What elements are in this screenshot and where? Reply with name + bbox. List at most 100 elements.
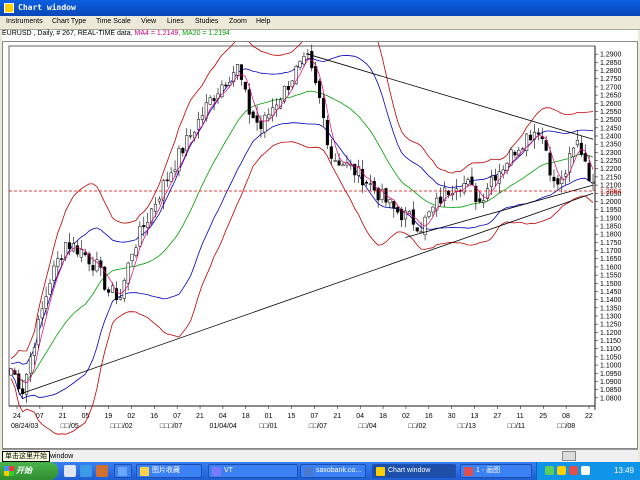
candle-body[interactable] (388, 199, 392, 204)
task-item-chart-window[interactable]: Chart window (372, 464, 456, 478)
candle-body[interactable] (52, 265, 56, 281)
candle-body[interactable] (329, 146, 333, 159)
candle-body[interactable] (208, 97, 212, 105)
candle-body[interactable] (48, 283, 52, 295)
candle-body[interactable] (571, 147, 576, 157)
candle-body[interactable] (189, 135, 193, 137)
candle-body[interactable] (583, 153, 587, 162)
candle-body[interactable] (247, 89, 251, 115)
candle-body[interactable] (337, 160, 341, 166)
candle-body[interactable] (333, 160, 337, 162)
task-item-paint[interactable]: 1 - 画图 (460, 464, 532, 478)
candle-body[interactable] (286, 85, 290, 90)
candle-body[interactable] (79, 249, 83, 258)
candle-body[interactable] (243, 81, 247, 90)
candle-body[interactable] (157, 198, 161, 202)
menu-zoom[interactable]: Zoom (229, 18, 247, 25)
candle-body[interactable] (142, 225, 146, 228)
candle-body[interactable] (548, 152, 552, 176)
candle-body[interactable] (325, 119, 329, 146)
candle-body[interactable] (126, 262, 130, 284)
candle-body[interactable] (83, 252, 87, 256)
candle-body[interactable] (107, 289, 111, 293)
candle-body[interactable] (321, 97, 326, 118)
menu-studies[interactable]: Studies (195, 18, 218, 25)
candle-body[interactable] (185, 135, 189, 152)
candle-body[interactable] (298, 61, 302, 68)
candle-body[interactable] (263, 114, 267, 133)
candle-body[interactable] (169, 172, 173, 182)
candle-body[interactable] (587, 162, 591, 181)
menu-instruments[interactable]: Instruments (6, 18, 43, 25)
ie-icon[interactable] (80, 465, 92, 477)
chart-area[interactable]: 1.2900 1.2850 1.2800 1.2750 1.2700 1.2650 1.26… (2, 41, 638, 449)
candle-body[interactable] (32, 347, 36, 356)
candle-body[interactable] (138, 225, 142, 247)
candle-body[interactable] (251, 111, 255, 119)
candle-body[interactable] (224, 84, 228, 87)
candle-body[interactable] (110, 285, 115, 293)
candle-body[interactable] (235, 64, 240, 76)
candle-body[interactable] (290, 80, 294, 88)
candle-body[interactable] (564, 173, 568, 177)
candle-body[interactable] (368, 183, 372, 185)
task-item-saxobank[interactable]: saxobank.co... (300, 464, 366, 478)
candle-body[interactable] (591, 181, 595, 184)
tray-icon-ime[interactable] (581, 466, 590, 475)
menu-view[interactable]: View (141, 18, 156, 25)
candle-body[interactable] (482, 200, 486, 203)
candle-body[interactable] (478, 198, 482, 202)
candle-body[interactable] (446, 190, 451, 196)
task-item-vt[interactable]: VT (208, 464, 298, 478)
start-button[interactable]: 开始 (0, 462, 58, 480)
candle-body[interactable] (71, 243, 76, 252)
candle-body[interactable] (528, 134, 533, 141)
candle-body[interactable] (364, 181, 369, 184)
candle-body[interactable] (466, 179, 470, 185)
media-icon[interactable] (96, 465, 108, 477)
candle-body[interactable] (439, 196, 443, 204)
candle-body[interactable] (212, 98, 216, 101)
candle-body[interactable] (396, 207, 400, 213)
task-item-pictures[interactable]: 图片收藏 (136, 464, 202, 478)
candle-body[interactable] (40, 308, 44, 319)
candle-body[interactable] (536, 132, 540, 135)
tray-icon-security[interactable] (569, 466, 578, 475)
candle-body[interactable] (259, 120, 263, 130)
candle-body[interactable] (318, 80, 322, 98)
horizontal-scrollbar[interactable] (2, 449, 638, 462)
candle-body[interactable] (60, 258, 64, 260)
candle-body[interactable] (302, 56, 306, 65)
candle-body[interactable] (28, 356, 33, 374)
candle-body[interactable] (552, 176, 556, 182)
tray-icon-volume[interactable] (557, 466, 566, 475)
candle-body[interactable] (341, 164, 345, 167)
candle-body[interactable] (36, 318, 40, 346)
candle-body[interactable] (68, 242, 72, 249)
tray-icon-network[interactable] (545, 466, 554, 475)
candle-body[interactable] (173, 169, 177, 172)
scroll-thumb[interactable] (562, 451, 576, 461)
candle-body[interactable] (521, 148, 525, 150)
candle-body[interactable] (489, 176, 494, 187)
candle-body[interactable] (44, 296, 48, 309)
candle-body[interactable] (165, 179, 169, 182)
candle-body[interactable] (239, 64, 243, 80)
task-item[interactable] (114, 464, 132, 478)
candle-body[interactable] (134, 247, 138, 256)
menu-lines[interactable]: Lines (167, 18, 184, 25)
title-bar[interactable]: Chart window (0, 0, 640, 16)
candle-body[interactable] (431, 206, 435, 213)
candle-body[interactable] (91, 265, 95, 271)
menu-chart-type[interactable]: Chart Type (52, 18, 86, 25)
candle-body[interactable] (153, 203, 158, 212)
candle-body[interactable] (200, 115, 204, 120)
candle-body[interactable] (392, 200, 396, 209)
candle-body[interactable] (255, 115, 259, 123)
candle-body[interactable] (556, 178, 560, 185)
candle-body[interactable] (118, 297, 122, 300)
candle-body[interactable] (575, 140, 579, 146)
candle-body[interactable] (130, 253, 134, 261)
candle-body[interactable] (181, 147, 185, 154)
candle-body[interactable] (470, 176, 474, 186)
